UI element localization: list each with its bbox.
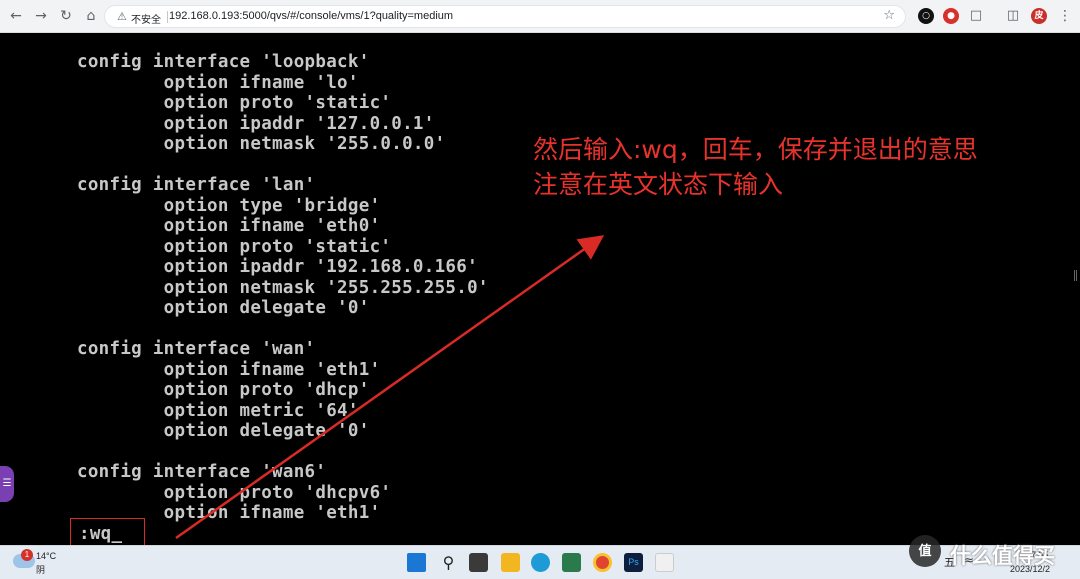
- notification-badge: 1: [21, 549, 33, 561]
- terminal-line: option netmask '255.0.0.0': [77, 134, 446, 154]
- side-panel-icon[interactable]: ◫: [1005, 8, 1021, 24]
- bookmark-star-icon[interactable]: ☆: [883, 8, 895, 23]
- terminal-line: option ifname 'eth0': [77, 216, 381, 236]
- scroll-grip-icon[interactable]: [1074, 270, 1077, 281]
- annotation-line-2: 注意在英文状态下输入: [533, 170, 784, 199]
- watermark-text: 什么值得买: [950, 545, 1055, 568]
- store-icon[interactable]: [562, 553, 581, 572]
- photoshop-icon[interactable]: Ps: [624, 553, 643, 572]
- vm-console[interactable]: config interface 'loopback' option ifnam…: [0, 33, 1080, 545]
- terminal-line: config interface 'lan': [77, 175, 316, 195]
- address-bar[interactable]: ⚠ 不安全 192.168.0.193:5000/qvs/#/console/v…: [104, 5, 906, 28]
- terminal-line: option delegate '0': [77, 421, 370, 441]
- edge-browser-icon[interactable]: [531, 553, 550, 572]
- weather-temperature[interactable]: 14°C: [36, 551, 56, 561]
- weather-description[interactable]: 阴: [36, 563, 45, 576]
- side-panel-toggle[interactable]: ☰: [0, 466, 14, 502]
- terminal-line: option ifname 'lo': [77, 73, 359, 93]
- extensions-puzzle-icon[interactable]: □: [968, 8, 984, 24]
- url-text[interactable]: 192.168.0.193:5000/qvs/#/console/vms/1?q…: [169, 10, 453, 22]
- forward-icon[interactable]: →: [32, 7, 50, 25]
- divider: [167, 11, 168, 23]
- menu-kebab-icon[interactable]: ⋮: [1056, 7, 1074, 25]
- terminal-line: config interface 'loopback': [77, 52, 370, 72]
- terminal-line: option proto 'static': [77, 237, 392, 257]
- terminal-line: config interface 'wan': [77, 339, 316, 359]
- extension-circle-icon[interactable]: ○: [918, 8, 934, 24]
- warning-icon[interactable]: ⚠: [117, 10, 127, 23]
- reload-icon[interactable]: ↻: [57, 7, 75, 25]
- start-windows-icon[interactable]: [407, 553, 426, 572]
- terminal-line: option proto 'dhcp': [77, 380, 370, 400]
- insecure-label[interactable]: 不安全: [131, 11, 161, 26]
- terminal-line: option ifname 'eth1': [77, 360, 381, 380]
- search-icon[interactable]: ⚲: [439, 553, 458, 572]
- extension-shield-icon[interactable]: ●: [943, 8, 959, 24]
- terminal-line: option ipaddr '192.168.0.166': [77, 257, 478, 277]
- browser-toolbar: ← → ↻ ⌂ ⚠ 不安全 192.168.0.193:5000/qvs/#/c…: [0, 0, 1080, 33]
- terminal-line: option ipaddr '127.0.0.1': [77, 114, 435, 134]
- terminal-line: option type 'bridge': [77, 196, 381, 216]
- chrome-icon[interactable]: [593, 553, 612, 572]
- profile-avatar[interactable]: 皮: [1031, 8, 1047, 24]
- app-icon[interactable]: [655, 553, 674, 572]
- file-explorer-icon[interactable]: [501, 553, 520, 572]
- terminal-line: option netmask '255.255.255.0': [77, 278, 489, 298]
- terminal-line: option metric '64': [77, 401, 359, 421]
- back-icon[interactable]: ←: [7, 7, 25, 25]
- home-icon[interactable]: ⌂: [82, 7, 100, 25]
- terminal-line: config interface 'wan6': [77, 462, 327, 482]
- terminal-line: option proto 'dhcpv6': [77, 483, 392, 503]
- terminal-line: option proto 'static': [77, 93, 392, 113]
- watermark-logo: 值: [909, 535, 941, 567]
- terminal-line: option delegate '0': [77, 298, 370, 318]
- task-view-icon[interactable]: [469, 553, 488, 572]
- annotation-line-1: 然后输入:wq，回车，保存并退出的意思: [533, 135, 978, 164]
